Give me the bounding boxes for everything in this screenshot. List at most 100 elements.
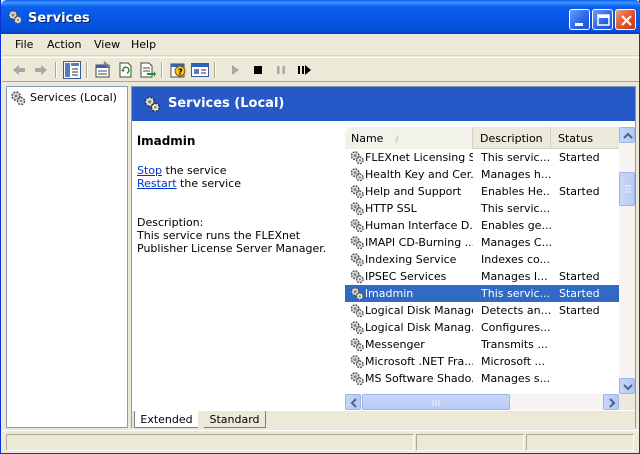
table-row[interactable]: lmadmin This servic... Started	[345, 285, 619, 302]
menu-view[interactable]: View	[94, 38, 120, 51]
tree-item-label: Services (Local)	[30, 91, 117, 104]
stop-service-row: Stop the service	[137, 164, 226, 177]
show-hide-console-tree-icon[interactable]	[63, 61, 81, 79]
table-row[interactable]: Logical Disk Manager Detects an... Started	[345, 302, 619, 319]
sort-indicator-icon: /	[395, 135, 399, 145]
service-name-cell: Logical Disk Manager	[365, 304, 473, 317]
status-panel-main	[6, 434, 414, 451]
table-row[interactable]: IPSEC Services Manages I... Started	[345, 268, 619, 285]
description-view-icon[interactable]	[191, 61, 209, 79]
service-description-cell: Manages h...	[481, 168, 551, 181]
toolbar-separator	[86, 62, 88, 78]
tab-extended[interactable]: Extended	[134, 411, 198, 428]
description-label: Description:	[137, 216, 204, 229]
column-header-name[interactable]: Name /	[345, 127, 473, 149]
vertical-scroll-thumb[interactable]	[619, 172, 635, 206]
scroll-down-button[interactable]	[619, 378, 635, 394]
scroll-up-button[interactable]	[619, 127, 635, 143]
service-gears-icon	[350, 202, 364, 216]
column-header-status[interactable]: Status	[552, 127, 619, 149]
list-header: Name / Description Status	[345, 127, 619, 149]
help-icon[interactable]: ?	[169, 61, 187, 79]
service-description-cell: Configures...	[481, 321, 551, 334]
toolbar-separator	[214, 62, 216, 78]
table-row[interactable]: MS Software Shado... Manages s...	[345, 370, 619, 387]
service-name-cell: IMAPI CD-Burning ...	[365, 236, 473, 249]
restart-service-link[interactable]: Restart	[137, 177, 177, 190]
grip-icon	[432, 400, 440, 406]
service-description-cell: Microsoft ...	[481, 355, 546, 368]
chevron-up-icon	[623, 132, 633, 139]
service-description-cell: This servic...	[481, 287, 551, 300]
column-header-name-label: Name	[351, 132, 384, 145]
menu-action[interactable]: Action	[47, 38, 81, 51]
service-status-cell: Started	[559, 287, 600, 300]
title-bar[interactable]: Services	[1, 0, 640, 34]
service-status-cell: Started	[559, 185, 600, 198]
toolbar-separator	[55, 62, 57, 78]
service-gears-icon	[350, 304, 364, 318]
vertical-scrollbar[interactable]	[619, 127, 635, 394]
minimize-button[interactable]	[569, 9, 590, 30]
table-row[interactable]: Microsoft .NET Fra... Microsoft ...	[345, 353, 619, 370]
service-description-cell: This servic...	[481, 151, 551, 164]
service-description-cell: Manages I...	[481, 270, 548, 283]
minimize-icon	[575, 23, 583, 26]
column-header-description-label: Description	[480, 132, 543, 145]
status-panel-tertiary	[526, 434, 634, 451]
back-arrow-icon[interactable]	[10, 61, 28, 79]
forward-arrow-icon[interactable]	[32, 61, 50, 79]
close-button[interactable]	[615, 9, 636, 30]
service-gears-icon	[350, 168, 364, 182]
properties-icon[interactable]	[94, 61, 112, 79]
service-detail-panel: lmadmin Stop the service Restart the ser…	[132, 121, 344, 411]
view-tabs: Extended Standard	[132, 410, 635, 428]
status-bar	[2, 430, 639, 452]
stop-service-suffix: the service	[162, 164, 227, 177]
table-row[interactable]: HTTP SSL This servic...	[345, 200, 619, 217]
service-name-cell: Indexing Service	[365, 253, 457, 266]
menu-help[interactable]: Help	[131, 38, 156, 51]
console-tree: Services (Local)	[6, 86, 128, 428]
menu-file[interactable]: File	[15, 38, 33, 51]
refresh-icon[interactable]	[116, 61, 134, 79]
scroll-right-button[interactable]	[603, 394, 619, 410]
tab-standard[interactable]: Standard	[204, 411, 266, 428]
service-status-cell: Started	[559, 151, 600, 164]
maximize-button[interactable]	[592, 9, 613, 30]
scroll-left-button[interactable]	[345, 394, 361, 410]
table-row[interactable]: FLEXnet Licensing S... This servic... Star…	[345, 149, 619, 166]
export-list-icon[interactable]	[138, 61, 156, 79]
service-gears-icon	[350, 355, 364, 369]
results-pane: Services (Local) lmadmin Stop the servic…	[131, 86, 636, 428]
table-row[interactable]: IMAPI CD-Burning ... Manages C...	[345, 234, 619, 251]
service-name-cell: Health Key and Cer...	[365, 168, 473, 181]
table-row[interactable]: Human Interface D... Enables ge...	[345, 217, 619, 234]
table-row[interactable]: Messenger Transmits ...	[345, 336, 619, 353]
table-row[interactable]: Help and Support Enables He... Started	[345, 183, 619, 200]
service-status-cell: Started	[559, 270, 600, 283]
close-icon	[621, 15, 632, 26]
service-name-cell: Microsoft .NET Fra...	[365, 355, 473, 368]
service-gears-icon	[350, 219, 364, 233]
horizontal-scroll-thumb[interactable]	[362, 394, 510, 410]
horizontal-scrollbar[interactable]	[345, 394, 619, 410]
restart-service-icon[interactable]	[295, 61, 313, 79]
table-row[interactable]: Health Key and Cer... Manages h...	[345, 166, 619, 183]
panel-header: Services (Local)	[132, 87, 635, 121]
service-name-cell: HTTP SSL	[365, 202, 417, 215]
stop-service-link[interactable]: Stop	[137, 164, 162, 177]
service-description-cell: Manages s...	[481, 372, 551, 385]
stop-service-icon[interactable]	[249, 61, 267, 79]
service-name-cell: Messenger	[365, 338, 425, 351]
service-gears-icon	[350, 253, 364, 267]
start-service-icon[interactable]	[226, 61, 244, 79]
table-row[interactable]: Logical Disk Manag... Configures...	[345, 319, 619, 336]
service-gears-icon	[350, 270, 364, 284]
service-description-cell: Detects an...	[481, 304, 551, 317]
table-row[interactable]: Indexing Service Indexes co...	[345, 251, 619, 268]
column-header-description[interactable]: Description	[474, 127, 551, 149]
service-gears-icon	[350, 372, 364, 386]
service-gears-icon	[350, 185, 364, 199]
pause-service-icon[interactable]	[272, 61, 290, 79]
